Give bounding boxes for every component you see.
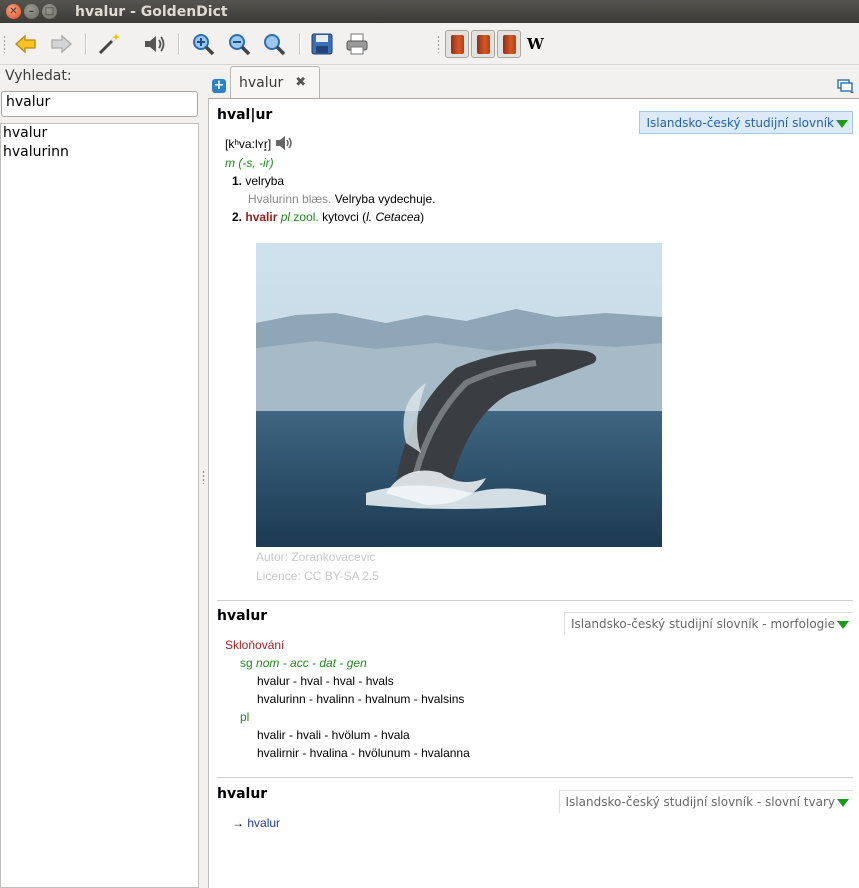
sense-2: 2. hvalir pl zool. kytovci (l. Cetacea) [232, 210, 424, 224]
arrow-right-icon: → [232, 816, 244, 830]
close-paren: ) [420, 210, 425, 224]
article-view[interactable]: hval|ur Islandsko-český studijní slovník… [208, 98, 859, 888]
latin-name: Cetacea [375, 210, 421, 224]
sense-text: kytovci ( [322, 210, 367, 224]
singular-row-1: hvalur - hval - hval - hvals [257, 674, 394, 688]
zoom-out-button[interactable] [226, 31, 252, 57]
image-licence: Licence: CC BY-SA 2.5 [256, 569, 379, 583]
dictionary-name: Islandsko-český studijní slovník [646, 115, 834, 130]
minimize-window-button[interactable]: – [24, 4, 39, 19]
toolbar-separator [178, 33, 180, 55]
case-header: sg nom - acc - dat - gen [240, 656, 367, 670]
plural-label: pl [240, 710, 250, 724]
article-divider [217, 777, 853, 778]
dictionary-name-bar[interactable]: Islandsko-český studijní slovník - morfo… [563, 612, 853, 635]
singular-label: sg [240, 656, 253, 670]
wikipedia-button[interactable]: W [527, 35, 544, 53]
collapse-arrow-icon[interactable] [837, 799, 849, 807]
tab-bar: + hvalur ✖ [208, 66, 859, 98]
case-names: nom - acc - dat - gen [256, 656, 367, 670]
list-item[interactable]: hvalurinn [1, 143, 198, 162]
forward-button[interactable] [48, 31, 74, 57]
search-label: Vyhledat: [5, 68, 72, 84]
add-tab-button[interactable]: + [212, 79, 226, 93]
splitter-grip[interactable] [202, 470, 205, 484]
grammar-info: m (-s, -ir) [225, 156, 274, 170]
zoom-in-icon [193, 34, 215, 56]
sense-number: 2. [232, 210, 243, 224]
word-link[interactable]: hvalur [247, 816, 280, 830]
save-button[interactable] [309, 31, 335, 57]
word-list[interactable]: hvalur hvalurinn [0, 123, 199, 888]
transcription: [kʰva:lʏr̥] [225, 137, 272, 151]
title-bar: ✕ – □ hvalur - GoldenDict [0, 0, 859, 23]
headword: hval|ur [217, 107, 273, 123]
example: Hvalurinn blæs. Velryba vydechuje. [248, 192, 435, 206]
dictionary-name-bar[interactable]: Islandsko-český studijní slovník - slovn… [558, 790, 853, 813]
pronounce-button[interactable] [142, 31, 168, 57]
headword: hvalur [217, 786, 268, 802]
maximize-window-button[interactable]: □ [42, 4, 57, 19]
plural-row-2: hvalirnir - hvalina - hvölunum - hvalann… [257, 746, 470, 760]
sense-word: hvalir [245, 210, 278, 224]
magic-wand-icon [98, 33, 120, 55]
toolbar-separator [299, 33, 301, 55]
zoom-reset-button[interactable] [261, 31, 287, 57]
tab-hvalur[interactable]: hvalur ✖ [230, 66, 320, 98]
arrow-right-icon [51, 34, 72, 54]
article-divider [217, 600, 853, 601]
sense-1: 1. velryba [232, 174, 284, 188]
printer-icon [346, 33, 368, 55]
latin-label: l. [366, 210, 373, 224]
pronunciation: [kʰva:lʏr̥] [225, 137, 271, 151]
singular-row-2: hvalurinn - hvalinn - hvalnum - hvalsins [257, 692, 465, 706]
whale-photo [256, 243, 662, 547]
list-item[interactable]: hvalur [1, 124, 198, 143]
toolbar-grip[interactable] [3, 35, 6, 53]
dictionary-name-bar[interactable]: Islandsko-český studijní slovník [639, 111, 853, 134]
book-icon [450, 34, 464, 54]
book-icon [476, 34, 490, 54]
toolbar-separator [85, 33, 87, 55]
dictionary-button-2[interactable] [471, 30, 495, 58]
example-source: Hvalurinn blæs. [248, 192, 332, 206]
toolbar-grip[interactable] [437, 35, 440, 53]
dictionary-name: Islandsko-český studijní slovník - slovn… [565, 795, 836, 809]
print-button[interactable] [344, 31, 370, 57]
speaker-icon [145, 36, 165, 52]
collapse-arrow-icon[interactable] [836, 120, 848, 128]
zoom-out-icon [229, 34, 251, 56]
dictionary-button-3[interactable] [497, 30, 521, 58]
declension-heading: Skloňování [225, 638, 285, 652]
sense-text: velryba [245, 174, 285, 188]
dictionary-button-1[interactable] [445, 30, 469, 58]
search-pane: Vyhledat: hvalur hvalur hvalurinn [0, 66, 199, 888]
floppy-disk-icon [311, 33, 333, 55]
sense-number: 1. [232, 174, 243, 188]
image-author: Autor: Zorankovacevic [256, 550, 376, 564]
back-button[interactable] [13, 31, 39, 57]
scan-popup-button[interactable] [96, 31, 122, 57]
dictionary-name: Islandsko-český studijní slovník - morfo… [570, 617, 835, 631]
example-translation: Velryba vydechuje. [334, 192, 436, 206]
tab-label: hvalur [239, 74, 284, 91]
search-input[interactable]: hvalur [1, 91, 198, 117]
tab-list-icon[interactable] [837, 79, 855, 93]
form-link-row: → hvalur [232, 816, 280, 830]
play-sound-icon[interactable] [275, 135, 295, 151]
domain-label: zool. [293, 210, 319, 224]
book-icon [502, 34, 516, 54]
close-window-button[interactable]: ✕ [6, 4, 21, 19]
plural-row-1: hvalir - hvali - hvölum - hvala [257, 728, 410, 742]
arrow-left-icon [15, 34, 36, 54]
pane-splitter[interactable] [200, 66, 208, 888]
window-title: hvalur - GoldenDict [75, 3, 228, 20]
zoom-in-button[interactable] [190, 31, 216, 57]
close-tab-icon[interactable]: ✖ [295, 75, 306, 90]
zoom-reset-icon [264, 34, 286, 56]
toolbar: W [0, 23, 859, 65]
collapse-arrow-icon[interactable] [837, 621, 849, 629]
plural-label: pl [280, 210, 291, 224]
headword: hvalur [217, 608, 268, 624]
